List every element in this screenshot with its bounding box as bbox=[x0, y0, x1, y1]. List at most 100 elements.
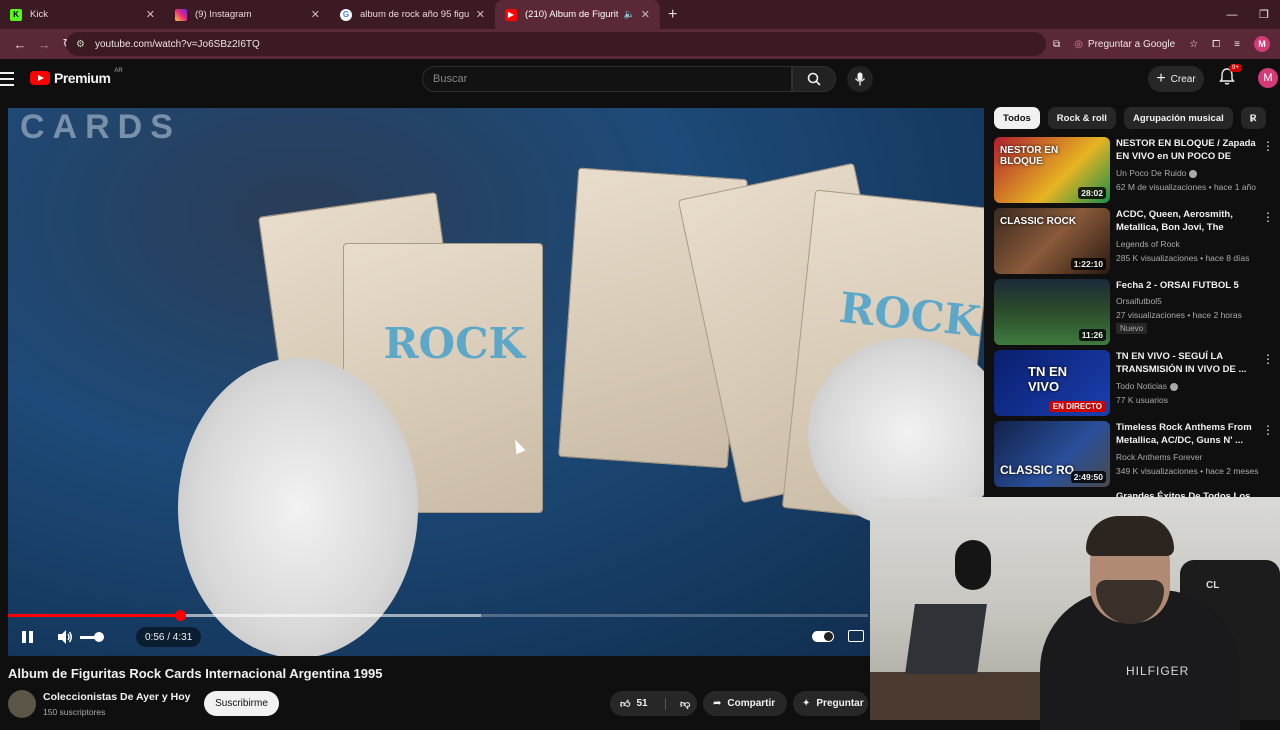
thumbs-up-icon: 👍︎ bbox=[620, 698, 631, 710]
duration-badge: 28:02 bbox=[1078, 187, 1106, 199]
channel-avatar[interactable] bbox=[8, 690, 36, 718]
duration-badge: 11:26 bbox=[1078, 329, 1106, 341]
chip-rock-and-roll[interactable]: Rock & roll bbox=[1047, 107, 1116, 129]
youtube-header: Premium AR Buscar + Crear 9+ M bbox=[0, 59, 1280, 102]
close-icon[interactable]: ✕ bbox=[311, 8, 320, 21]
chevron-right-icon[interactable]: › bbox=[1250, 112, 1254, 126]
tab-youtube[interactable]: ▶ (210) Album de Figuritas Ro 🔈 ✕ bbox=[495, 0, 660, 29]
video-thumbnail[interactable]: CLASSIC ROCK 1:22:10 bbox=[994, 208, 1110, 274]
search-input[interactable]: Buscar bbox=[422, 66, 792, 92]
minimize-icon[interactable]: — bbox=[1216, 9, 1248, 21]
youtube-icon: ▶ bbox=[505, 8, 517, 21]
progress-bar[interactable] bbox=[8, 610, 868, 621]
video-thumbnail[interactable]: TN EN VIVO EN DIRECTO bbox=[994, 350, 1110, 416]
browser-tabbar: K Kick ✕ (9) Instagram ✕ G album de rock… bbox=[0, 0, 1280, 29]
close-icon[interactable]: ✕ bbox=[476, 8, 485, 21]
progress-scrubber[interactable] bbox=[175, 610, 186, 621]
recommendation-title[interactable]: Timeless Rock Anthems From Metallica, AC… bbox=[1116, 421, 1256, 447]
speaker-icon[interactable]: 🔈 bbox=[624, 9, 635, 20]
thumbs-down-icon: 👎︎ bbox=[680, 698, 691, 710]
notifications-button[interactable]: 9+ bbox=[1219, 64, 1242, 88]
recommendation-item[interactable]: 11:26 Fecha 2 - ORSAI FUTBOL 5 Orsaifutb… bbox=[994, 279, 1274, 345]
ask-google-button[interactable]: ◎ Preguntar a Google bbox=[1074, 39, 1175, 50]
more-options-icon[interactable]: ⋮ bbox=[1262, 210, 1274, 224]
notifications-badge: 9+ bbox=[1229, 64, 1242, 72]
voice-search-button[interactable] bbox=[847, 66, 873, 92]
kick-icon: K bbox=[10, 8, 22, 21]
subscribe-button[interactable]: Suscribirme bbox=[204, 691, 279, 716]
url-bar[interactable]: ⚙ youtube.com/watch?v=Jo6SBz2I6TQ bbox=[66, 32, 1046, 56]
close-icon[interactable]: ✕ bbox=[146, 8, 155, 21]
site-info-icon[interactable]: ⚙ bbox=[76, 39, 85, 50]
recommendation-title[interactable]: TN EN VIVO - SEGUÍ LA TRANSMISIÓN IN VIV… bbox=[1116, 350, 1256, 376]
webcam-laptop bbox=[905, 604, 987, 674]
autoplay-toggle[interactable] bbox=[812, 631, 834, 642]
channel-name[interactable]: Coleccionistas De Ayer y Hoy bbox=[43, 691, 190, 703]
share-icon: ➦ bbox=[713, 698, 722, 709]
pause-icon[interactable] bbox=[22, 627, 33, 647]
subtitles-icon[interactable] bbox=[848, 630, 864, 642]
more-options-icon[interactable]: ⋮ bbox=[1262, 352, 1274, 366]
tab-title: Kick bbox=[30, 9, 48, 20]
like-count: 51 bbox=[636, 698, 648, 709]
recommendation-title[interactable]: NESTOR EN BLOQUE / Zapada EN VIVO en UN … bbox=[1116, 137, 1256, 163]
tab-google-search[interactable]: G album de rock año 95 figuritas ✕ bbox=[330, 0, 495, 29]
recommendation-title[interactable]: ACDC, Queen, Aerosmith, Metallica, Bon J… bbox=[1116, 208, 1256, 234]
volume-knob[interactable] bbox=[94, 632, 104, 642]
youtube-premium-logo[interactable]: Premium AR bbox=[30, 68, 123, 86]
video-thumbnail[interactable]: CLASSIC RO 2:49:50 bbox=[994, 421, 1110, 487]
volume-icon[interactable] bbox=[56, 627, 74, 647]
dislike-button[interactable]: 👎︎ bbox=[672, 698, 690, 710]
recommendation-item[interactable]: CLASSIC ROCK 1:22:10 ACDC, Queen, Aerosm… bbox=[994, 208, 1274, 274]
video-thumbnail[interactable]: NESTOR EN BLOQUE 28:02 bbox=[994, 137, 1110, 203]
search-icon bbox=[807, 72, 821, 86]
new-tab-button[interactable]: + bbox=[668, 6, 677, 24]
duration-badge: 2:49:50 bbox=[1070, 471, 1106, 483]
forward-icon[interactable]: → bbox=[32, 37, 56, 52]
tab-instagram[interactable]: (9) Instagram ✕ bbox=[165, 0, 330, 29]
webcam-person-hair bbox=[1086, 516, 1174, 556]
youtube-play-icon bbox=[30, 71, 50, 85]
verified-icon bbox=[1170, 382, 1179, 391]
recommendation-item[interactable]: CLASSIC RO 2:49:50 Timeless Rock Anthems… bbox=[994, 421, 1274, 487]
channel-label: Un Poco De Ruido bbox=[1116, 168, 1187, 178]
profile-avatar[interactable]: M bbox=[1254, 36, 1270, 52]
search-button[interactable] bbox=[792, 66, 836, 92]
recommendation-title[interactable]: Fecha 2 - ORSAI FUTBOL 5 bbox=[1116, 279, 1256, 292]
google-icon: G bbox=[340, 8, 352, 21]
logo-country: AR bbox=[114, 68, 123, 74]
close-icon[interactable]: ✕ bbox=[641, 8, 650, 21]
video-player[interactable]: CARDS ROCK ROCK bbox=[8, 108, 984, 656]
address-bar-row: ← → ↻ ⚙ youtube.com/watch?v=Jo6SBz2I6TQ … bbox=[0, 29, 1280, 59]
extensions-icon[interactable]: ⧠ bbox=[1212, 39, 1220, 50]
shirt-brand-text: HILFIGER bbox=[1126, 664, 1190, 678]
recommendation-meta: 285 K visualizaciones • hace 8 días bbox=[1116, 253, 1250, 263]
share-button[interactable]: ➦ Compartir bbox=[703, 691, 787, 716]
tab-title: (210) Album de Figuritas Ro bbox=[525, 9, 618, 20]
recommendation-item[interactable]: NESTOR EN BLOQUE 28:02 NESTOR EN BLOQUE … bbox=[994, 137, 1274, 203]
reading-list-icon[interactable]: ≡ bbox=[1234, 39, 1240, 50]
more-options-icon[interactable]: ⋮ bbox=[1262, 423, 1274, 437]
create-button[interactable]: + Crear bbox=[1148, 66, 1204, 92]
hamburger-menu-icon[interactable] bbox=[0, 72, 14, 86]
user-avatar[interactable]: M bbox=[1258, 68, 1278, 88]
recommendation-item[interactable]: TN EN VIVO EN DIRECTO TN EN VIVO - SEGUÍ… bbox=[994, 350, 1274, 416]
bookmark-star-icon[interactable]: ☆ bbox=[1189, 39, 1198, 50]
back-icon[interactable]: ← bbox=[8, 37, 32, 52]
install-icon[interactable]: ⧉ bbox=[1053, 39, 1060, 50]
recommendation-channel: Orsaifutbol5 bbox=[1116, 296, 1162, 306]
video-frame-text: CARDS bbox=[20, 108, 181, 146]
chip-agrupacion-musical[interactable]: Agrupación musical bbox=[1123, 107, 1233, 129]
like-button[interactable]: 👍︎ 51 bbox=[610, 697, 666, 710]
window-controls: — ❐ bbox=[1216, 0, 1280, 29]
ask-button[interactable]: ✦ Preguntar bbox=[793, 691, 868, 716]
microphone-icon bbox=[854, 72, 866, 86]
chip-todos[interactable]: Todos bbox=[994, 107, 1040, 129]
share-label: Compartir bbox=[727, 698, 776, 709]
tab-kick[interactable]: K Kick ✕ bbox=[0, 0, 165, 29]
video-title: Album de Figuritas Rock Cards Internacio… bbox=[8, 666, 383, 681]
video-thumbnail[interactable]: 11:26 bbox=[994, 279, 1110, 345]
time-display: 0:56 / 4:31 bbox=[136, 627, 202, 647]
maximize-icon[interactable]: ❐ bbox=[1248, 8, 1280, 21]
more-options-icon[interactable]: ⋮ bbox=[1262, 139, 1274, 153]
